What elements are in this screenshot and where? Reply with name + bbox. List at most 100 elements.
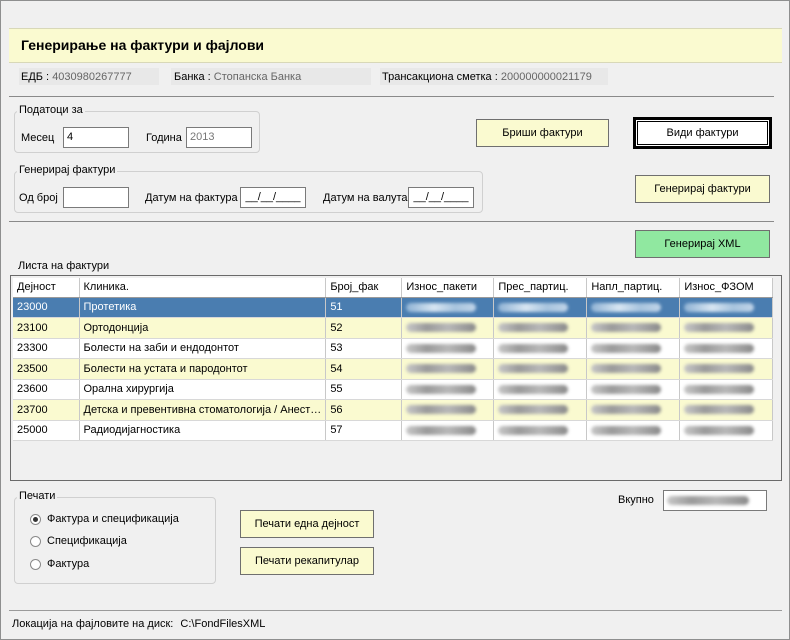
table-row[interactable]: 23700 Детска и превентивна стоматологија… <box>13 399 774 421</box>
file-location: Локација на фајловите на диск: C:\FondFi… <box>12 618 265 630</box>
file-location-value: C:\FondFilesXML <box>180 618 266 630</box>
print-title: Печати <box>17 490 58 502</box>
month-label: Месец <box>21 132 55 144</box>
clinic-cell: Детска и превентивна стоматологија / Ане… <box>79 399 327 421</box>
delete-invoices-button[interactable]: Бриши фактури <box>476 119 609 147</box>
data-for-title: Податоци за <box>17 104 85 116</box>
redacted-blur <box>406 323 477 333</box>
redacted-blur <box>591 364 662 374</box>
account-info: Трансакциона сметка : 200000000021179 <box>382 71 592 83</box>
generate-invoices-button[interactable]: Генерирај фактури <box>635 175 770 203</box>
currency-date-input[interactable]: __/__/____ <box>408 187 474 208</box>
redacted-value <box>679 297 774 318</box>
redacted-blur <box>591 425 662 435</box>
redacted-blur <box>684 425 755 435</box>
redacted-blur <box>498 302 569 312</box>
print-option-radio[interactable] <box>30 559 41 570</box>
generate-title: Генерирај фактури <box>17 164 118 176</box>
number-cell: 51 <box>325 297 403 318</box>
redacted-value <box>679 358 774 380</box>
invoice-grid[interactable]: Дејност Клиника. Број_фак Износ_пакети П… <box>10 275 782 481</box>
table-row[interactable]: 23100 Ортодонција 52 <box>13 317 774 339</box>
redacted-value <box>493 297 588 318</box>
print-option-label[interactable]: Фактура <box>47 558 89 570</box>
redacted-value <box>586 399 681 421</box>
number-cell: 57 <box>325 420 403 441</box>
redacted-blur <box>684 384 755 394</box>
edb-info: ЕДБ : 4030980267777 <box>21 71 132 83</box>
account-label: Трансакциона сметка : <box>382 71 498 83</box>
code-cell: 23700 <box>13 399 80 421</box>
redacted-blur <box>406 384 477 394</box>
number-cell: 52 <box>325 317 403 339</box>
clinic-cell: Радиодијагностика <box>79 420 327 441</box>
redacted-value <box>401 317 495 339</box>
redacted-value <box>493 358 588 380</box>
column-header[interactable]: Износ_пакети <box>401 278 495 298</box>
redacted-blur <box>498 323 569 333</box>
print-option-label[interactable]: Спецификација <box>47 535 127 547</box>
total-field <box>663 490 767 511</box>
column-header[interactable]: Износ_ФЗОМ <box>679 278 774 298</box>
print-option-radio[interactable] <box>30 514 41 525</box>
divider-bottom <box>9 610 782 611</box>
view-invoices-button[interactable]: Види фактури <box>633 117 772 149</box>
bank-value: Стопанска Банка <box>213 71 302 83</box>
print-one-activity-button[interactable]: Печати една дејност <box>240 510 374 538</box>
redacted-value <box>493 420 588 441</box>
month-input[interactable]: 4 <box>63 127 129 148</box>
print-recap-button[interactable]: Печати рекапитулар <box>240 547 374 575</box>
clinic-cell: Протетика <box>79 297 327 318</box>
redacted-blur <box>406 405 477 415</box>
redacted-value <box>679 317 774 339</box>
print-option-label[interactable]: Фактура и спецификација <box>47 513 179 525</box>
column-header[interactable]: Дејност <box>13 278 80 298</box>
year-input[interactable]: 2013 <box>186 127 252 148</box>
from-number-label: Од број <box>19 192 58 204</box>
from-number-input[interactable] <box>63 187 129 208</box>
number-cell: 56 <box>325 399 403 421</box>
table-header-row: Дејност Клиника. Број_фак Износ_пакети П… <box>13 278 774 298</box>
redacted-value <box>401 358 495 380</box>
code-cell: 23000 <box>13 297 80 318</box>
redacted-value <box>586 420 681 441</box>
invoice-table: Дејност Клиника. Број_фак Износ_пакети П… <box>13 278 774 441</box>
column-header[interactable]: Напл_партиц. <box>586 278 681 298</box>
redacted-blur <box>684 323 755 333</box>
column-header[interactable]: Број_фак <box>325 278 403 298</box>
redacted-value <box>586 338 681 359</box>
table-row[interactable]: 23000 Протетика 51 <box>13 297 774 318</box>
column-header[interactable]: Прес_партиц. <box>493 278 588 298</box>
header-bar: Генерирање на фактури и фајлови <box>9 28 782 63</box>
invoice-date-input[interactable]: __/__/____ <box>240 187 306 208</box>
print-option-radio[interactable] <box>30 536 41 547</box>
redacted-blur <box>406 364 477 374</box>
redacted-value <box>493 317 588 339</box>
table-row[interactable]: 23500 Болести на устата и пародонтот 54 <box>13 358 774 380</box>
clinic-cell: Ортодонција <box>79 317 327 339</box>
total-label: Вкупно <box>618 494 654 506</box>
table-row[interactable]: 23600 Орална хирургија 55 <box>13 379 774 400</box>
bank-label: Банка : <box>174 71 211 83</box>
invoice-date-label: Датум на фактура <box>145 192 238 204</box>
redacted-value <box>586 358 681 380</box>
redacted-blur <box>498 343 569 353</box>
redacted-blur <box>498 425 569 435</box>
table-row[interactable]: 25000 Радиодијагностика 57 <box>13 420 774 441</box>
divider-top <box>9 96 774 97</box>
redacted-value <box>401 338 495 359</box>
number-cell: 53 <box>325 338 403 359</box>
redacted-value <box>493 338 588 359</box>
column-header[interactable]: Клиника. <box>79 278 327 298</box>
redacted-value <box>401 420 495 441</box>
redacted-value <box>679 338 774 359</box>
generate-xml-button[interactable]: Генерирај XML <box>635 230 770 258</box>
clinic-cell: Орална хирургија <box>79 379 327 400</box>
table-row[interactable]: 23300 Болести на заби и ендодонтот 53 <box>13 338 774 359</box>
redacted-blur <box>667 495 749 505</box>
redacted-blur <box>498 384 569 394</box>
redacted-blur <box>591 384 662 394</box>
redacted-blur <box>684 302 755 312</box>
redacted-blur <box>591 323 662 333</box>
clinic-cell: Болести на устата и пародонтот <box>79 358 327 380</box>
